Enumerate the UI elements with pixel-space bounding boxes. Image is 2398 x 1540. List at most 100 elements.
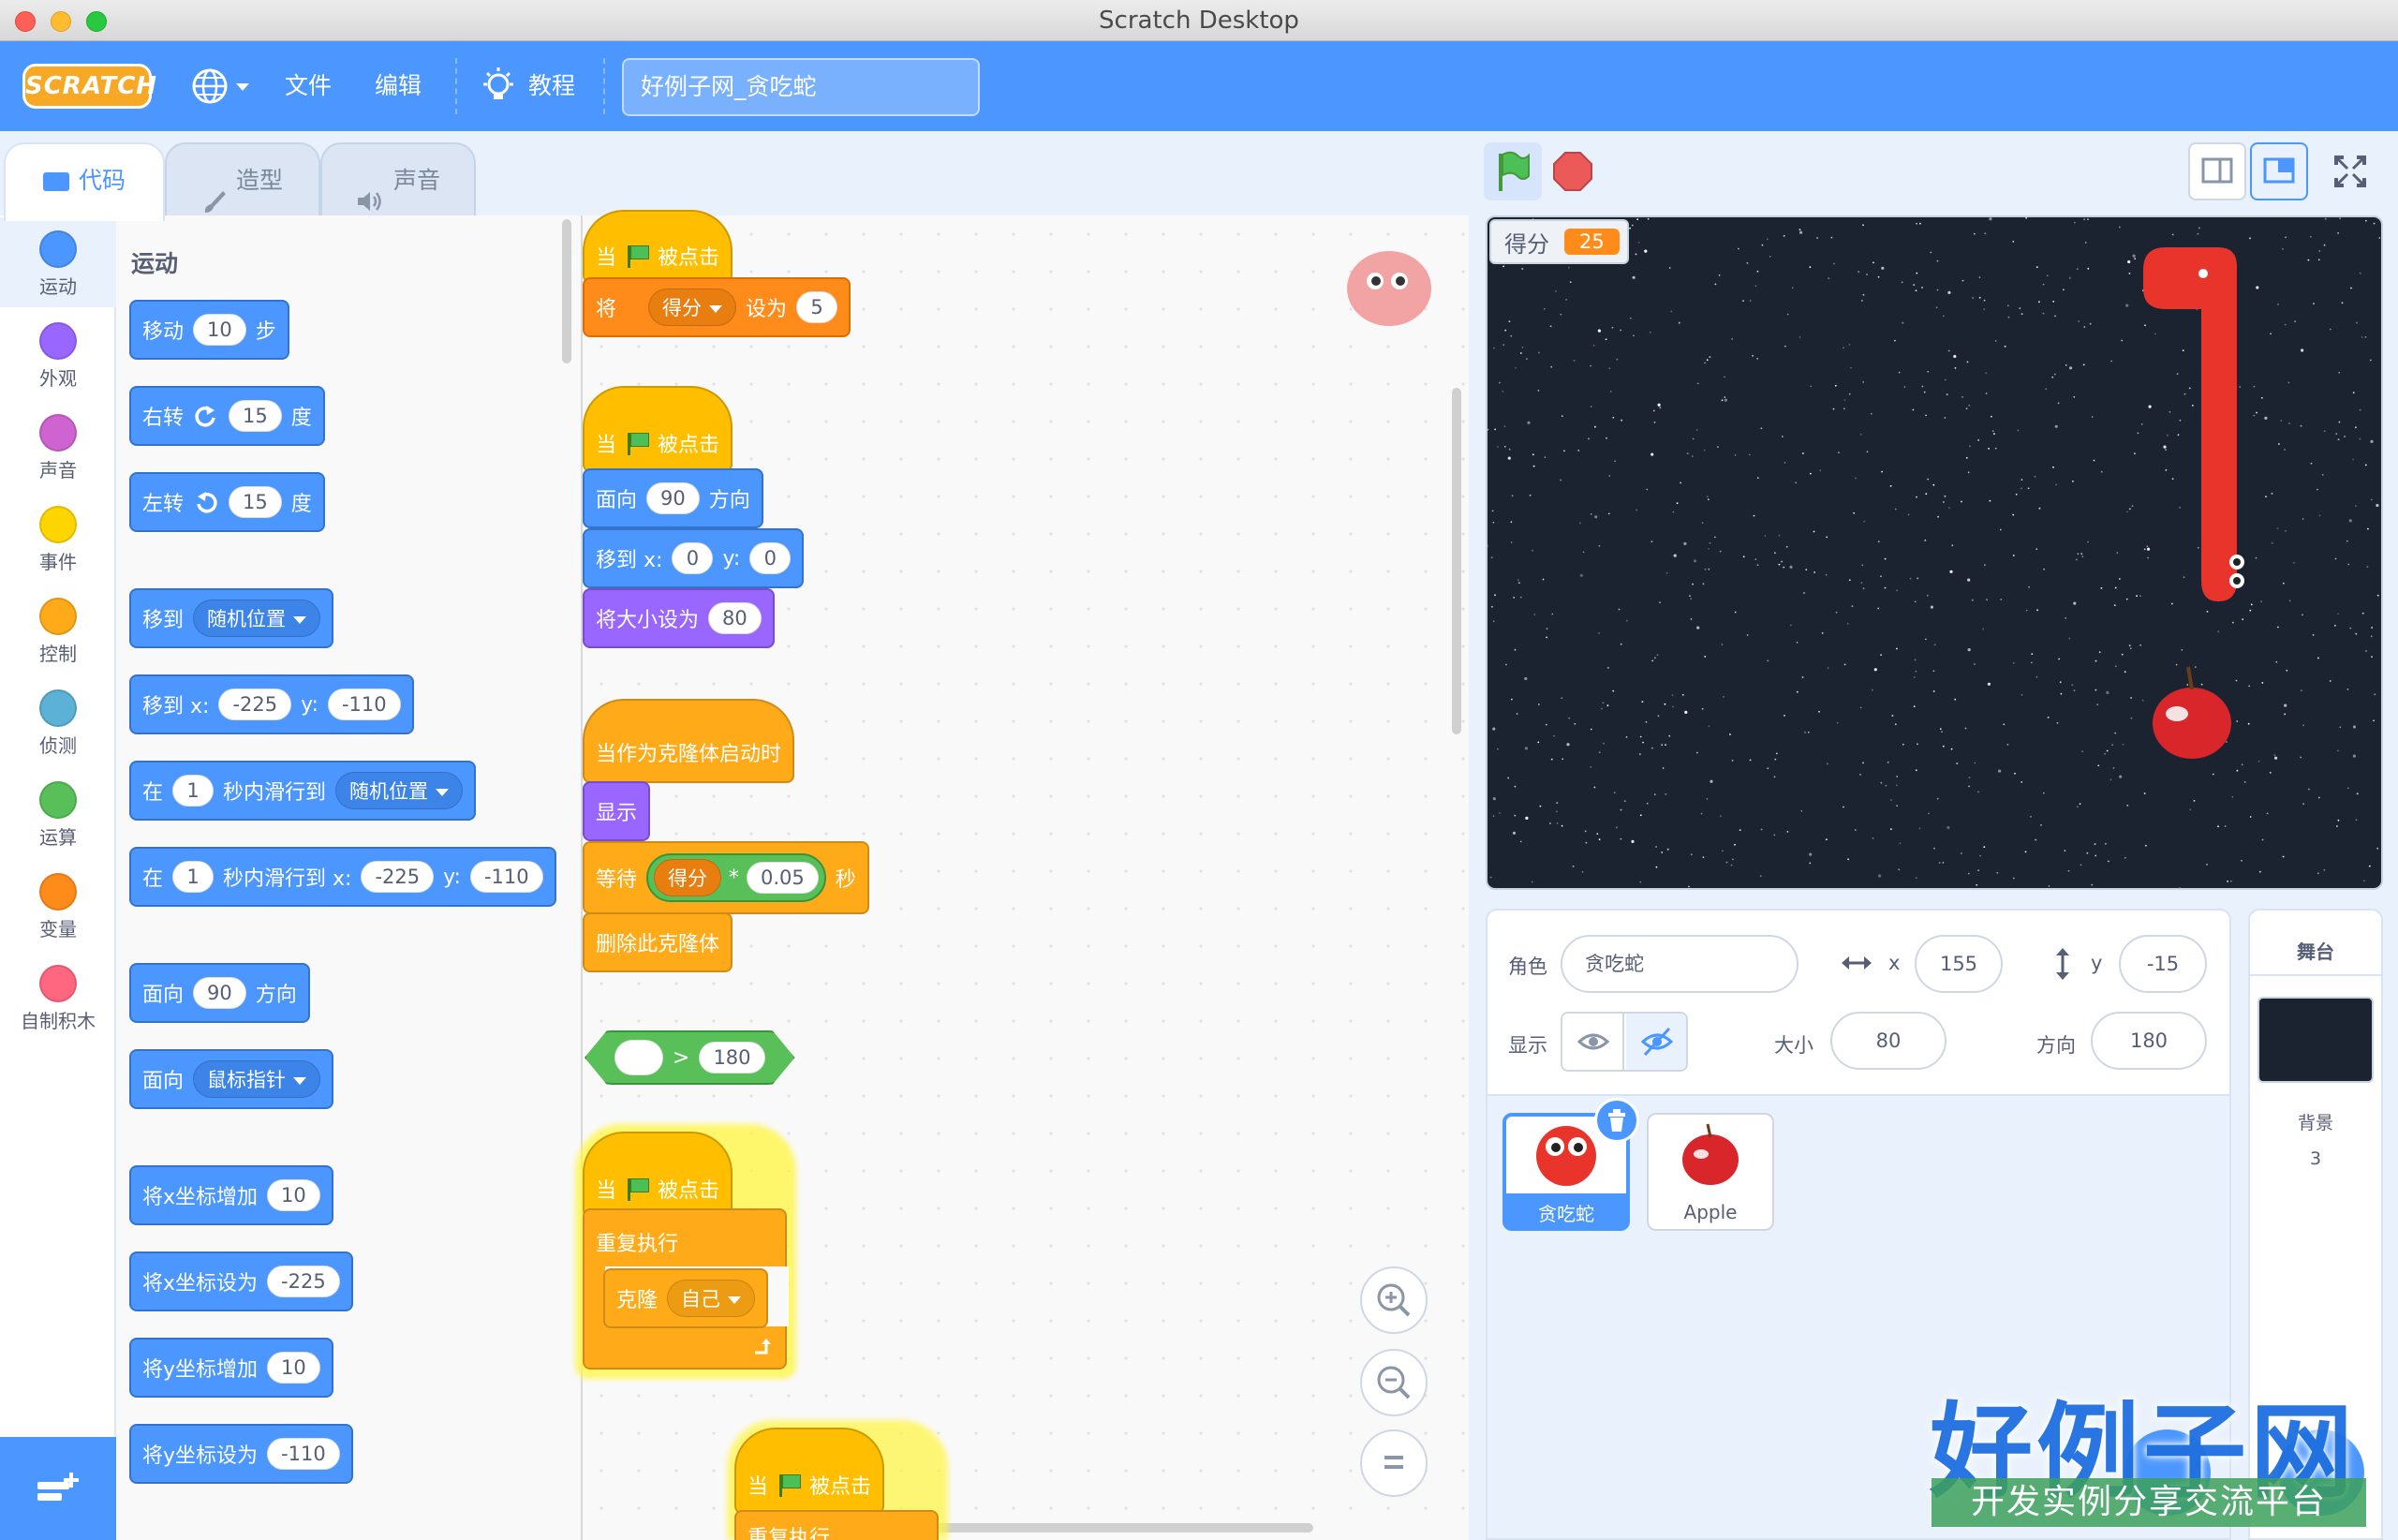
category-sensing[interactable]: 侦测 (0, 676, 116, 766)
add-extension-button[interactable] (0, 1437, 116, 1540)
y-input[interactable]: 0 (749, 542, 792, 574)
multiply-operator[interactable]: 得分 * 0.05 (646, 853, 826, 902)
zoom-out-button[interactable] (1360, 1349, 1428, 1416)
language-menu[interactable] (187, 64, 253, 109)
glide-xy-block[interactable]: 在 1 秒内滑行到 x: -225 y: -110 (129, 847, 556, 907)
y-input[interactable]: -110 (469, 861, 543, 893)
tab-costumes[interactable]: 造型 (165, 142, 320, 217)
set-size-block[interactable]: 将大小设为 80 (583, 588, 775, 648)
block-label: 步 (255, 320, 276, 344)
green-flag-icon (626, 433, 650, 455)
turn-right-block[interactable]: 右转 15 度 (129, 386, 325, 446)
category-looks[interactable]: 外观 (0, 309, 116, 399)
small-stage-button[interactable] (2188, 142, 2246, 200)
when-flag-clicked-hat[interactable]: 当 被点击 (583, 210, 733, 283)
turn-left-block[interactable]: 左转 15 度 (129, 472, 325, 532)
palette-scrollbar[interactable] (562, 219, 571, 363)
point-towards-block[interactable]: 面向 鼠标指针 (129, 1049, 334, 1109)
point-direction-block[interactable]: 面向 90 方向 (129, 963, 310, 1023)
value-input[interactable]: -225 (267, 1266, 340, 1297)
category-variables[interactable]: 变量 (0, 860, 116, 950)
degrees-input[interactable]: 15 (229, 400, 282, 432)
stage-canvas[interactable] (1486, 215, 2383, 890)
when-clone-starts-hat[interactable]: 当作为克隆体启动时 (583, 699, 795, 783)
direction-input[interactable]: 90 (193, 977, 246, 1009)
direction-input[interactable]: 180 (2091, 1012, 2207, 1070)
create-clone-block[interactable]: 克隆 自己 (603, 1268, 769, 1328)
project-title-input[interactable]: 好例子网_贪吃蛇 (622, 58, 980, 116)
backdrop-thumbnail[interactable] (2257, 997, 2374, 1083)
set-variable-block[interactable]: 将 得分 设为 5 (583, 277, 851, 337)
seconds-input[interactable]: 1 (172, 861, 215, 893)
when-flag-clicked-hat[interactable]: 当 被点击 (583, 386, 733, 472)
value-input[interactable]: 10 (267, 1179, 320, 1211)
goto-target-dropdown[interactable]: 随机位置 (193, 600, 321, 637)
x-input[interactable]: 0 (672, 542, 714, 574)
category-control[interactable]: 控制 (0, 585, 116, 674)
category-operators[interactable]: 运算 (0, 768, 116, 858)
y-position-input[interactable]: -15 (2119, 935, 2207, 993)
category-motion[interactable]: 运动 (0, 217, 116, 307)
value-input[interactable]: 10 (267, 1352, 320, 1384)
category-events[interactable]: 事件 (0, 493, 116, 583)
hide-sprite-button[interactable] (1626, 1014, 1686, 1070)
zoom-in-button[interactable] (1360, 1266, 1428, 1334)
x-input[interactable]: -225 (218, 689, 292, 720)
set-x-block[interactable]: 将x坐标设为 -225 (129, 1251, 353, 1311)
left-operand-input[interactable] (614, 1040, 663, 1075)
tab-sounds[interactable]: 声音 (320, 142, 476, 217)
change-y-block[interactable]: 将y坐标增加 10 (129, 1338, 333, 1398)
stop-button[interactable] (1544, 142, 1602, 200)
fullscreen-button[interactable] (2321, 142, 2379, 200)
towards-dropdown[interactable]: 鼠标指针 (193, 1060, 321, 1098)
operator-symbol: > (673, 1045, 690, 1070)
green-flag-button[interactable] (1484, 142, 1542, 200)
value-input[interactable]: 0.05 (747, 862, 819, 894)
scratch-logo[interactable]: SCRATCH (22, 64, 156, 109)
set-y-block[interactable]: 将y坐标设为 -110 (129, 1424, 353, 1484)
workspace-vertical-scrollbar[interactable] (1452, 388, 1461, 734)
when-flag-clicked-hat[interactable]: 当 被点击 (734, 1428, 885, 1514)
seconds-input[interactable]: 1 (172, 775, 215, 807)
file-menu[interactable]: 文件 (285, 41, 332, 131)
sprite-name-input[interactable]: 贪吃蛇 (1561, 935, 1798, 993)
degrees-input[interactable]: 15 (229, 486, 282, 518)
greater-than-operator[interactable]: >180 (585, 1030, 795, 1085)
tab-code[interactable]: 代码 (4, 142, 165, 221)
variable-dropdown[interactable]: 得分 (648, 289, 737, 326)
direction-input[interactable]: 90 (646, 482, 700, 514)
goto-xy-block[interactable]: 移到 x: 0 y: 0 (583, 528, 805, 588)
y-input[interactable]: -110 (327, 689, 401, 720)
category-my-blocks[interactable]: 自制积木 (0, 952, 116, 1042)
size-input[interactable]: 80 (1830, 1012, 1947, 1070)
when-flag-clicked-hat[interactable]: 当 被点击 (583, 1132, 733, 1218)
point-direction-block[interactable]: 面向 90 方向 (583, 468, 763, 528)
tutorials-menu[interactable]: 教程 (480, 66, 601, 107)
glide-target-dropdown[interactable]: 随机位置 (335, 772, 464, 809)
show-sprite-button[interactable] (1562, 1014, 1624, 1070)
goto-xy-block[interactable]: 移到 x: -225 y: -110 (129, 674, 414, 734)
move-steps-block[interactable]: 移动 10 步 (129, 300, 289, 360)
x-input[interactable]: -225 (361, 861, 435, 893)
delete-clone-block[interactable]: 删除此克隆体 (583, 912, 733, 972)
edit-menu[interactable]: 编辑 (375, 41, 422, 131)
size-input[interactable]: 80 (708, 602, 762, 634)
forever-loop-block[interactable]: 重复执行 (734, 1510, 939, 1540)
sprite-thumb-apple[interactable]: Apple (1647, 1113, 1774, 1231)
clone-target-dropdown[interactable]: 自己 (667, 1280, 756, 1317)
show-block[interactable]: 显示 (583, 781, 651, 841)
normal-stage-button[interactable] (2250, 142, 2308, 200)
change-x-block[interactable]: 将x坐标增加 10 (129, 1165, 333, 1225)
zoom-reset-button[interactable] (1360, 1429, 1428, 1497)
score-reporter[interactable]: 得分 (654, 859, 722, 896)
goto-block[interactable]: 移到 随机位置 (129, 588, 334, 648)
value-input[interactable]: 5 (796, 291, 838, 323)
category-sound[interactable]: 声音 (0, 401, 116, 491)
x-position-input[interactable]: 155 (1915, 935, 2003, 993)
value-input[interactable]: -110 (267, 1438, 340, 1470)
right-operand-input[interactable]: 180 (699, 1042, 764, 1074)
steps-input[interactable]: 10 (193, 314, 246, 346)
wait-block[interactable]: 等待 得分 * 0.05 秒 (583, 841, 869, 914)
delete-sprite-button[interactable] (1594, 1098, 1639, 1143)
glide-to-block[interactable]: 在 1 秒内滑行到 随机位置 (129, 761, 477, 821)
